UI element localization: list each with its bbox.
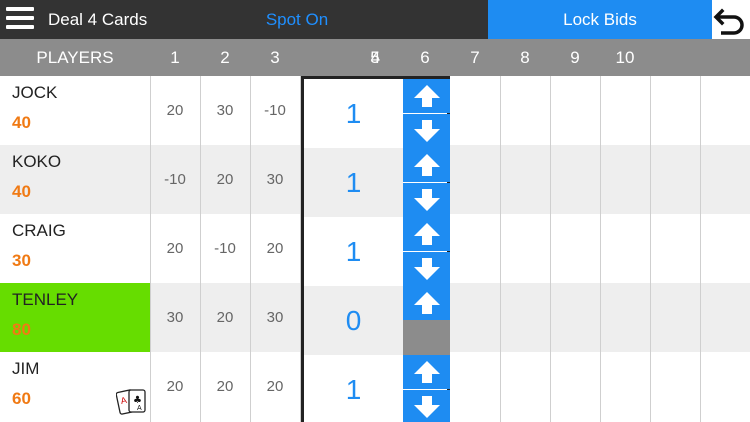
deal-title: Deal 4 Cards <box>48 10 148 29</box>
round-1-score: 20 <box>166 240 184 257</box>
player-name: KOKO <box>12 152 62 171</box>
player-tenley[interactable]: TENLEY 80 <box>0 283 150 352</box>
grid-line <box>700 76 701 422</box>
round-7-empty-cell <box>450 76 500 145</box>
hamburger-menu-icon[interactable] <box>6 7 34 32</box>
player-name: TENLEY <box>12 290 79 309</box>
player-total-score: 80 <box>12 320 31 339</box>
round-1-score: 20 <box>166 102 184 119</box>
svg-text:A: A <box>137 405 142 412</box>
grid-line <box>650 76 651 422</box>
round-2-score: 20 <box>216 378 234 395</box>
round-header-6: 6 <box>420 48 430 67</box>
grid-line <box>550 76 551 422</box>
bid-value: 1 <box>345 98 362 129</box>
round-8-empty-cell <box>500 76 550 145</box>
round-7-empty-cell <box>450 145 500 214</box>
round-10-empty-cell <box>600 283 650 352</box>
round-8-empty-cell <box>500 352 550 421</box>
increase-bid-up-arrow-icon[interactable] <box>403 79 450 113</box>
player-total-score: 40 <box>12 113 31 132</box>
round-7-empty-cell <box>450 283 500 352</box>
round-9-empty-cell <box>550 283 600 352</box>
round-7-empty-cell <box>450 352 500 421</box>
player-koko[interactable]: KOKO 40 <box>0 145 150 214</box>
player-name: JIM <box>12 359 40 378</box>
round-8-empty-cell <box>500 214 550 283</box>
round-1-score: 30 <box>166 309 184 326</box>
round-header-2: 2 <box>220 48 230 67</box>
round-header-3: 3 <box>270 48 280 67</box>
grid-line <box>250 76 251 422</box>
round-7-empty-cell <box>450 214 500 283</box>
round-2-score: 20 <box>216 171 234 188</box>
round-9-empty-cell <box>550 214 600 283</box>
round-2-score: 30 <box>216 102 234 119</box>
decrease-bid-down-arrow-icon[interactable] <box>403 114 450 148</box>
grid-line <box>600 76 601 422</box>
player-craig[interactable]: CRAIG 30 <box>0 214 150 283</box>
round-header-7: 7 <box>470 48 480 67</box>
bid-value: 1 <box>345 374 362 405</box>
bid-value: 1 <box>345 167 362 198</box>
player-jim[interactable]: JIM 60 A ♣ A <box>0 352 150 421</box>
grid-line <box>500 76 501 422</box>
grid-line <box>150 76 151 422</box>
decrease-bid-down-arrow-icon[interactable] <box>403 252 450 286</box>
bid-value: 0 <box>345 305 362 336</box>
bid-value: 1 <box>345 236 362 267</box>
decrease-bid-down-arrow-icon[interactable] <box>403 183 450 217</box>
round-3-score: -10 <box>264 102 286 119</box>
playing-cards-icon: A ♣ A <box>115 387 148 417</box>
round-8-empty-cell <box>500 283 550 352</box>
round-3-score: 20 <box>266 378 284 395</box>
round-header-row: PLAYERS 1 2 3 4 5 6 7 8 9 10 <box>0 39 750 76</box>
round-9-empty-cell <box>550 76 600 145</box>
decrease-bid-down-arrow-icon[interactable] <box>403 390 450 422</box>
round-2-score: -10 <box>214 240 236 257</box>
player-total-score: 40 <box>12 182 31 201</box>
round-8-empty-cell <box>500 145 550 214</box>
round-header-8: 8 <box>520 48 530 67</box>
increase-bid-up-arrow-icon[interactable] <box>403 217 450 251</box>
round-10-empty-cell <box>600 214 650 283</box>
round-3-score: 20 <box>266 240 284 257</box>
players-header: PLAYERS <box>36 48 114 67</box>
round-10-empty-cell <box>600 352 650 421</box>
decrease-bid-disabled <box>403 320 450 355</box>
lock-bids-button[interactable]: Lock Bids <box>488 0 712 39</box>
player-name: CRAIG <box>12 221 66 240</box>
player-name: JOCK <box>12 83 58 102</box>
round-1-score: 20 <box>166 378 184 395</box>
round-header-10: 10 <box>615 48 635 67</box>
round-1-score: -10 <box>164 171 186 188</box>
round-header-9: 9 <box>570 48 580 67</box>
increase-bid-up-arrow-icon[interactable] <box>403 286 450 320</box>
round-header-5: 5 <box>370 48 380 67</box>
undo-arrow-icon[interactable] <box>712 0 750 39</box>
round-9-empty-cell <box>550 352 600 421</box>
player-total-score: 30 <box>12 251 31 270</box>
round-3-score: 30 <box>266 171 284 188</box>
player-jock[interactable]: JOCK 40 <box>0 76 150 145</box>
round-header-1: 1 <box>170 48 180 67</box>
spot-on-button[interactable]: Spot On <box>237 0 357 39</box>
round-2-score: 20 <box>216 309 234 326</box>
grid-line <box>200 76 201 422</box>
round-10-empty-cell <box>600 76 650 145</box>
increase-bid-up-arrow-icon[interactable] <box>403 148 450 182</box>
current-round-bid-column: 1 1 1 0 1 <box>301 76 450 422</box>
top-bar: Deal 4 Cards Spot On Lock Bids <box>0 0 750 39</box>
round-9-empty-cell <box>550 145 600 214</box>
increase-bid-up-arrow-icon[interactable] <box>403 355 450 389</box>
round-10-empty-cell <box>600 145 650 214</box>
round-3-score: 30 <box>266 309 284 326</box>
